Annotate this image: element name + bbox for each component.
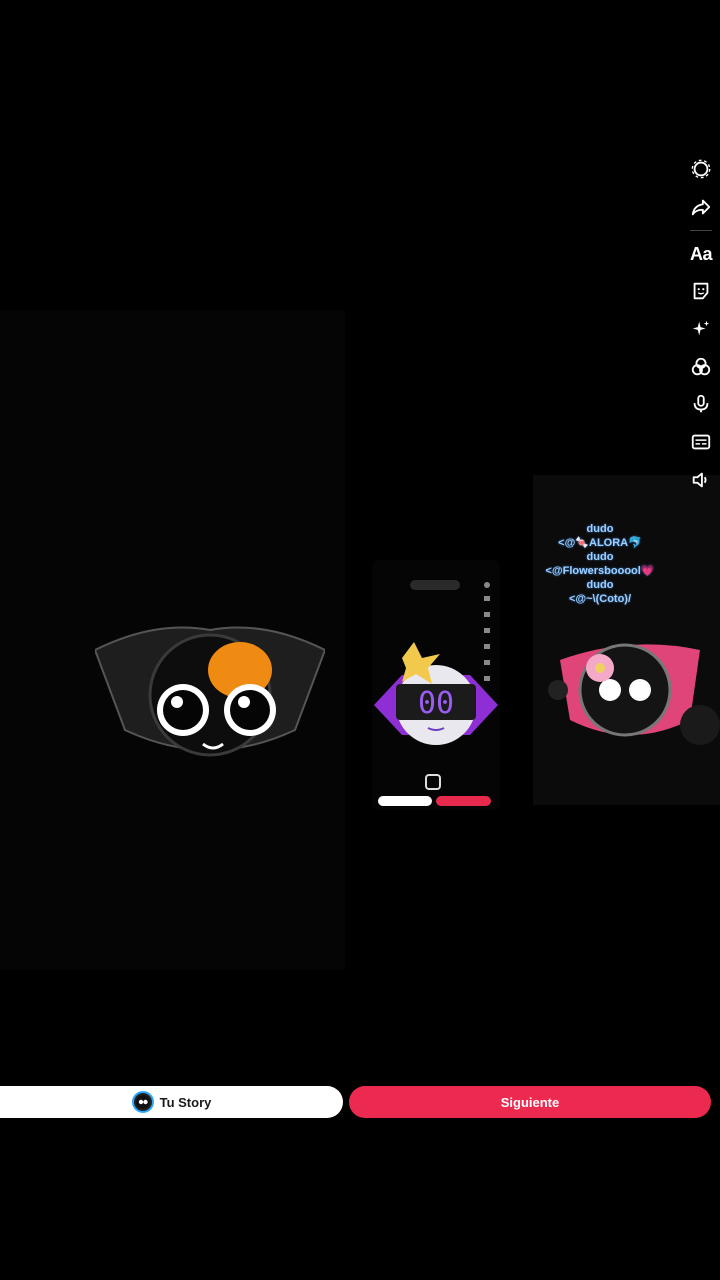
tag-line: dudo xyxy=(586,523,614,535)
filters-button[interactable] xyxy=(682,350,720,384)
text-tool-label: Aa xyxy=(689,243,713,264)
text-tool-button[interactable]: Aa xyxy=(682,237,720,271)
sticker-button[interactable] xyxy=(682,274,720,308)
settings-icon xyxy=(691,159,711,179)
mini-story-button xyxy=(378,796,432,806)
share-icon xyxy=(691,199,711,216)
next-button[interactable]: Siguiente xyxy=(349,1086,711,1118)
volume-icon xyxy=(692,472,707,488)
svg-text:00: 00 xyxy=(418,686,454,721)
settings-button[interactable] xyxy=(682,152,720,186)
sticker-icon xyxy=(693,282,709,300)
filters-icon xyxy=(691,357,711,376)
character-sticker-right xyxy=(548,643,720,745)
character-sticker-large xyxy=(95,626,325,757)
toolbar-divider xyxy=(690,230,712,231)
mention-tags: dudo <@🍬ALORA🐬 dudo <@Flowersbooool💗 dud… xyxy=(535,522,665,606)
tag-line: dudo xyxy=(586,551,614,563)
your-story-label: Tu Story xyxy=(159,1094,212,1110)
your-story-button[interactable]: Tu Story xyxy=(0,1086,343,1118)
mini-next-button xyxy=(436,796,491,806)
character-sticker-mid: 00 xyxy=(374,642,498,745)
voice-icon xyxy=(693,394,709,413)
avatar xyxy=(131,1091,154,1113)
effects-icon xyxy=(692,320,710,336)
tag-line: dudo xyxy=(586,579,614,591)
captions-button[interactable] xyxy=(682,425,720,459)
tag-line: <@~\(Coto)/ xyxy=(568,593,632,605)
voice-button[interactable] xyxy=(682,387,720,421)
tag-line: <@Flowersbooool💗 xyxy=(545,565,655,577)
volume-button[interactable] xyxy=(682,463,720,497)
captions-icon xyxy=(691,434,711,450)
effects-button[interactable] xyxy=(682,312,720,346)
tag-line: <@🍬ALORA🐬 xyxy=(558,537,642,549)
next-label: Siguiente xyxy=(500,1094,560,1110)
mini-shutter xyxy=(425,774,441,790)
share-button[interactable] xyxy=(682,190,720,224)
